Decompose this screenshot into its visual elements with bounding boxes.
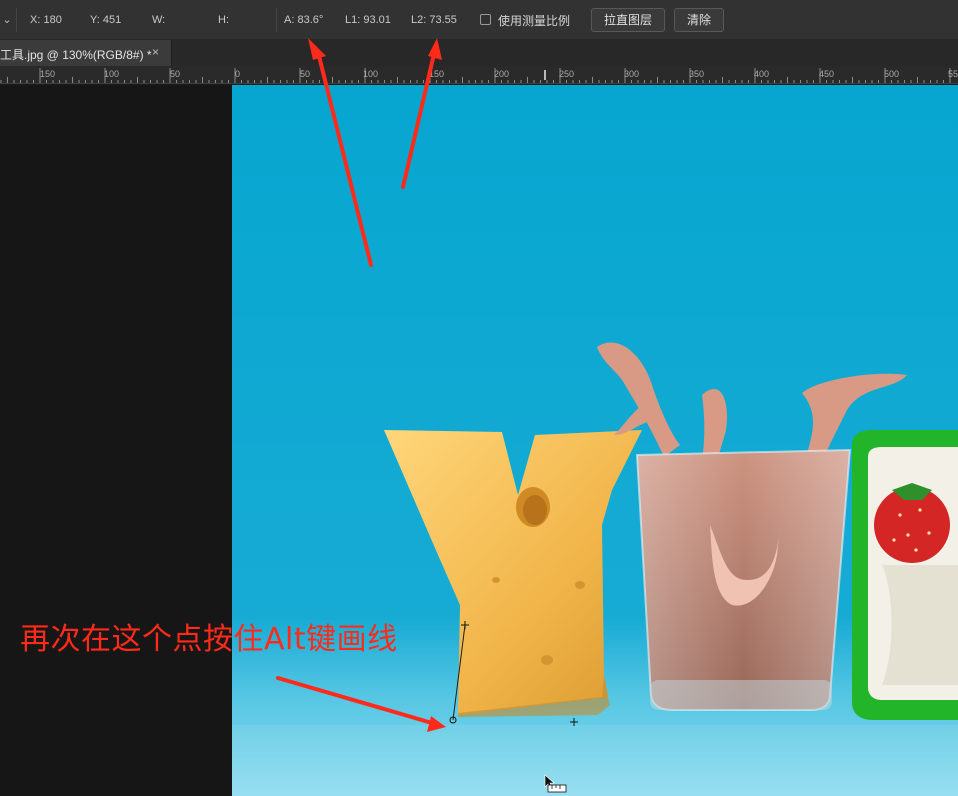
close-icon[interactable]: × — [152, 45, 159, 59]
glass-of-chocolate-milk — [635, 448, 852, 711]
y-label: Y: — [90, 14, 100, 26]
divider — [276, 8, 277, 32]
angle-label: A: — [284, 14, 295, 26]
ruler-label: 350 — [689, 69, 705, 79]
straighten-layer-button[interactable]: 拉直图层 — [591, 8, 666, 32]
l2-value: 73.55 — [429, 14, 457, 26]
ruler-label: 100 — [363, 69, 379, 79]
ruler-label: 500 — [884, 69, 900, 79]
y-value: 451 — [102, 14, 122, 26]
ruler-label: 50 — [300, 69, 311, 79]
use-measurement-scale-checkbox[interactable] — [480, 14, 491, 25]
y-readout: Y: 451 — [90, 13, 121, 27]
use-measurement-scale-label: 使用测量比例 — [498, 14, 571, 28]
l1-readout: L1: 93.01 — [345, 13, 391, 27]
horizontal-ruler[interactable]: 150 100 50 0 50 100 150 200 250 300 350 … — [0, 66, 958, 84]
ruler-label: 200 — [494, 69, 510, 79]
ruler-label: 50 — [170, 69, 181, 79]
ruler-label: 0 — [235, 69, 241, 79]
x-label: X: — [30, 14, 41, 26]
angle-readout: A: 83.6° — [284, 13, 323, 27]
ruler-label: 150 — [40, 69, 56, 79]
ruler-label: 250 — [559, 69, 575, 79]
w-label: W: — [152, 14, 166, 26]
ruler-label: 400 — [754, 69, 770, 79]
ruler-label: 55 — [948, 69, 958, 79]
ruler-label: 450 — [819, 69, 835, 79]
options-bar: ⌄ X: 180 Y: 451 W: H: A: 83.6° L1: 93.01… — [0, 0, 958, 40]
x-value: 180 — [43, 14, 62, 26]
angle-value: 83.6° — [297, 14, 324, 26]
divider — [16, 8, 17, 32]
clear-button[interactable]: 清除 — [674, 8, 725, 32]
document-tab-title: 工具.jpg @ 130%(RGB/8#) * — [0, 48, 152, 62]
l2-label: L2: — [411, 14, 427, 26]
document-tab[interactable]: 工具.jpg @ 130%(RGB/8#) * × — [0, 40, 172, 66]
x-readout: X: 180 — [30, 13, 62, 27]
l2-readout: L2: 73.55 — [411, 13, 457, 27]
canvas-image — [232, 85, 958, 796]
document-tab-bar: 工具.jpg @ 130%(RGB/8#) * × — [0, 40, 958, 66]
ruler-label: 300 — [624, 69, 640, 79]
green-letter-m — [852, 430, 958, 720]
l1-value: 93.01 — [363, 14, 391, 26]
ruler-label: 100 — [104, 69, 120, 79]
h-label: H: — [218, 14, 229, 26]
annotation-text: 再次在这个点按住Alt键画线 — [20, 622, 398, 657]
ruler-ticks — [0, 68, 951, 83]
document-canvas[interactable] — [232, 85, 958, 796]
l1-label: L1: — [345, 14, 361, 26]
pasteboard — [0, 85, 232, 796]
tool-preset-chevron-down-icon[interactable]: ⌄ — [0, 10, 14, 30]
ruler-label: 150 — [429, 69, 445, 79]
